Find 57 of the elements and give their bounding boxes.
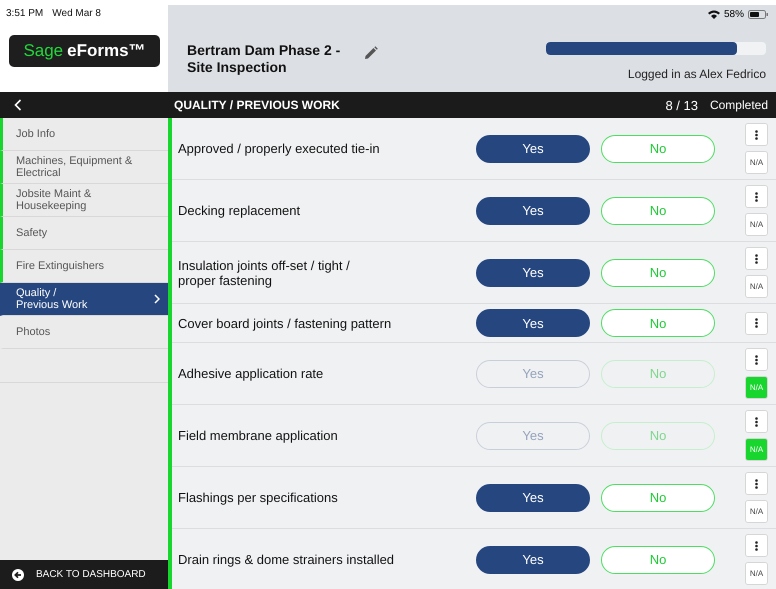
vertical-dots-icon: [755, 478, 758, 488]
na-button[interactable]: N/A: [745, 562, 768, 585]
yes-button[interactable]: Yes: [476, 258, 590, 286]
logo: Sage eForms™: [9, 35, 160, 67]
back-arrow-icon: [12, 568, 24, 580]
sidebar-item[interactable]: Photos: [0, 316, 168, 349]
more-options-button[interactable]: [745, 185, 768, 208]
yes-button[interactable]: Yes: [476, 484, 590, 512]
vertical-dots-icon: [755, 540, 758, 550]
vertical-dots-icon: [755, 354, 758, 364]
question-label: Drain rings & dome strainers installed: [178, 552, 396, 567]
na-button[interactable]: N/A: [745, 500, 768, 523]
vertical-dots-icon: [755, 130, 758, 140]
battery-icon: [748, 10, 768, 19]
more-options-button[interactable]: [745, 410, 768, 433]
vertical-dots-icon: [755, 254, 758, 264]
pencil-icon[interactable]: [364, 46, 378, 60]
yes-button[interactable]: Yes: [476, 546, 590, 574]
na-button[interactable]: N/A: [745, 275, 768, 298]
wifi-icon: [708, 10, 720, 19]
more-options-button[interactable]: [745, 534, 768, 557]
sidebar-item[interactable]: Safety: [0, 217, 168, 250]
status-date: Wed Mar 8: [52, 8, 101, 19]
more-options-button[interactable]: [745, 472, 768, 495]
battery-percent: 58%: [724, 9, 744, 20]
vertical-dots-icon: [755, 416, 758, 426]
logged-in-user: Logged in as Alex Fedrico: [628, 67, 766, 81]
question-label: Approved / properly executed tie-in: [178, 141, 381, 156]
yes-button[interactable]: Yes: [476, 134, 590, 162]
yes-button[interactable]: Yes: [476, 309, 590, 337]
na-button[interactable]: N/A: [745, 213, 768, 236]
status-time: 3:51 PM: [6, 8, 44, 19]
chevron-right-icon: [154, 294, 160, 304]
na-button[interactable]: N/A: [745, 151, 768, 174]
more-options-button[interactable]: [745, 312, 768, 334]
sidebar-item[interactable]: Job Info: [0, 118, 168, 151]
more-options-button[interactable]: [745, 247, 768, 270]
more-options-button[interactable]: [745, 123, 768, 146]
more-options-button[interactable]: [745, 348, 768, 371]
vertical-dots-icon: [755, 318, 758, 328]
form-title: Bertram Dam Phase 2 - Site Inspection: [187, 42, 342, 76]
question-label: Adhesive application rate: [178, 366, 324, 381]
section-count: 8 / 13: [665, 98, 698, 112]
section-title: QUALITY / PREVIOUS WORK: [174, 98, 340, 112]
question-label: Decking replacement: [178, 203, 302, 218]
back-chevron-icon[interactable]: [14, 99, 22, 111]
sidebar-item[interactable]: Machines, Equipment & Electrical: [0, 151, 168, 184]
question-label: Flashings per specifications: [178, 490, 339, 505]
vertical-dots-icon: [755, 192, 758, 202]
question-label: Insulation joints off-set / tight / proper fastening: [178, 258, 351, 288]
question-label: Cover board joints / fastening pattern: [178, 316, 392, 330]
back-to-dashboard-button[interactable]: BACK TO DASHBOARD: [0, 560, 168, 589]
sidebar-item[interactable]: Jobsite Maint & Housekeeping: [0, 184, 168, 217]
sidebar-item[interactable]: Quality / Previous Work: [0, 283, 168, 316]
yes-button[interactable]: Yes: [476, 196, 590, 224]
section-status: Completed: [710, 98, 768, 112]
question-label: Field membrane application: [178, 428, 339, 443]
